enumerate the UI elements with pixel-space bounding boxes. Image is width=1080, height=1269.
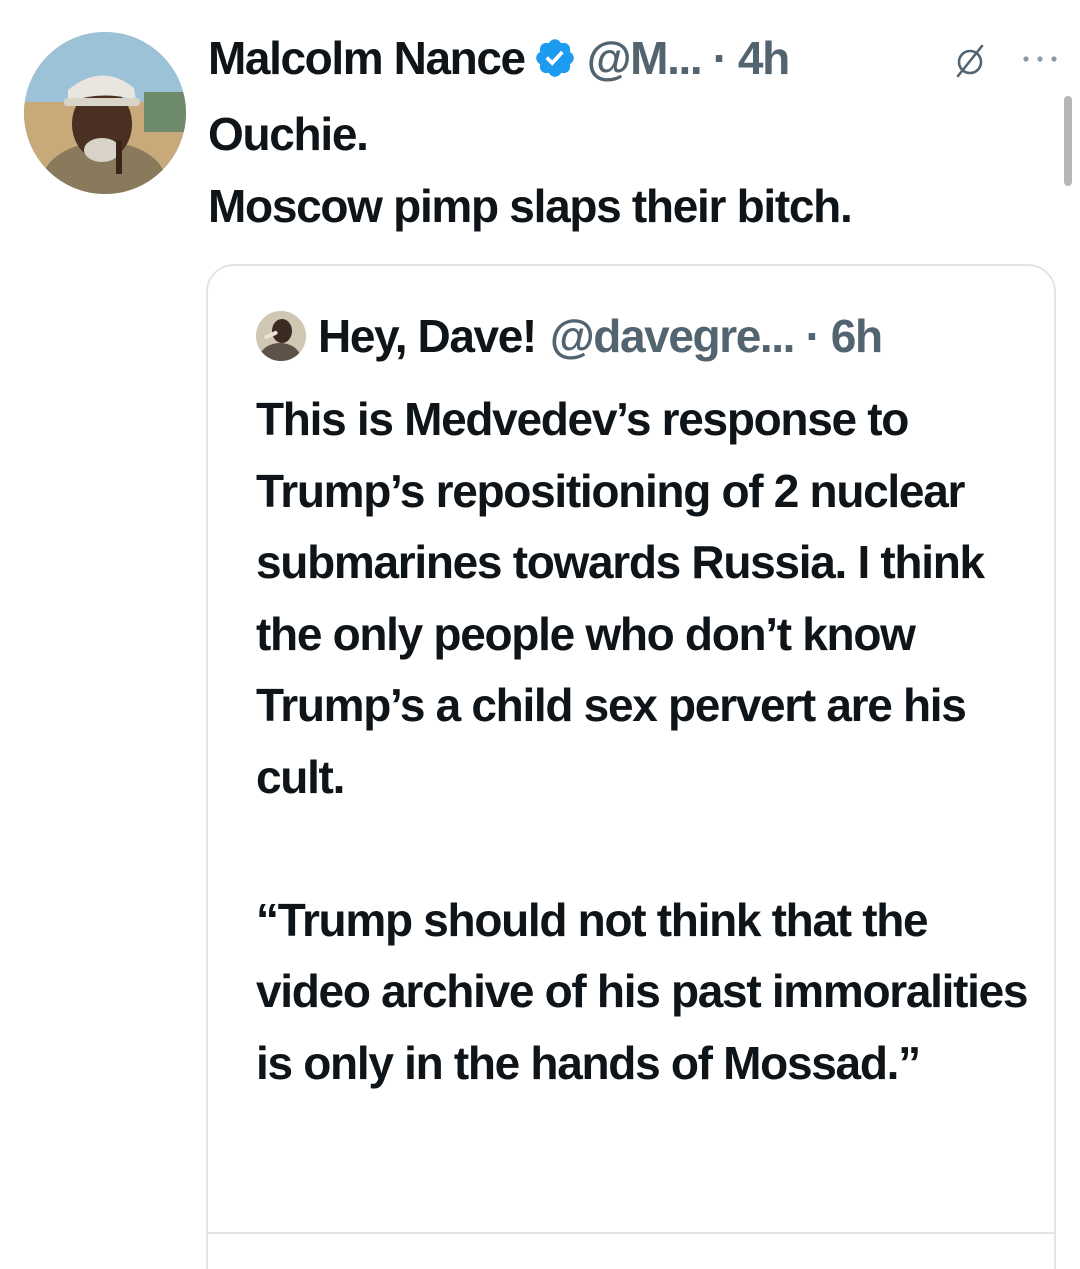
grok-icon[interactable] [952,40,988,80]
quoted-author-handle[interactable]: @davegre... [550,310,796,362]
quoted-author-avatar[interactable] [256,311,306,361]
tweet-header: Malcolm Nance @M... · 4h [208,26,791,90]
quoted-tweet-text: This is Medvedev’s response to Trump’s r… [256,393,1029,1089]
tweet-text: Ouchie. Moscow pimp slaps their bitch. [208,108,853,232]
quoted-author-name[interactable]: Hey, Dave! [318,309,537,363]
quoted-author-handle-time[interactable]: @davegre... · 6h [550,309,883,363]
quoted-tweet-card[interactable]: Hey, Dave! @davegre... · 6h This is Medv… [206,264,1056,1269]
scrollbar-thumb[interactable] [1064,96,1072,186]
more-options-icon[interactable] [1020,52,1060,64]
verified-badge-icon [533,36,577,80]
author-name[interactable]: Malcolm Nance [208,31,526,85]
tweet-time[interactable]: 4h [738,32,790,84]
quoted-time-separator: · [805,310,820,362]
author-handle[interactable]: @M... [587,32,703,84]
quoted-tweet-header: Hey, Dave! @davegre... · 6h [256,306,883,366]
quoted-tweet-divider [208,1232,1054,1234]
author-avatar[interactable] [24,32,186,194]
quoted-tweet-time[interactable]: 6h [831,310,883,362]
author-handle-time[interactable]: @M... · 4h [587,31,791,85]
time-separator: · [712,32,728,84]
